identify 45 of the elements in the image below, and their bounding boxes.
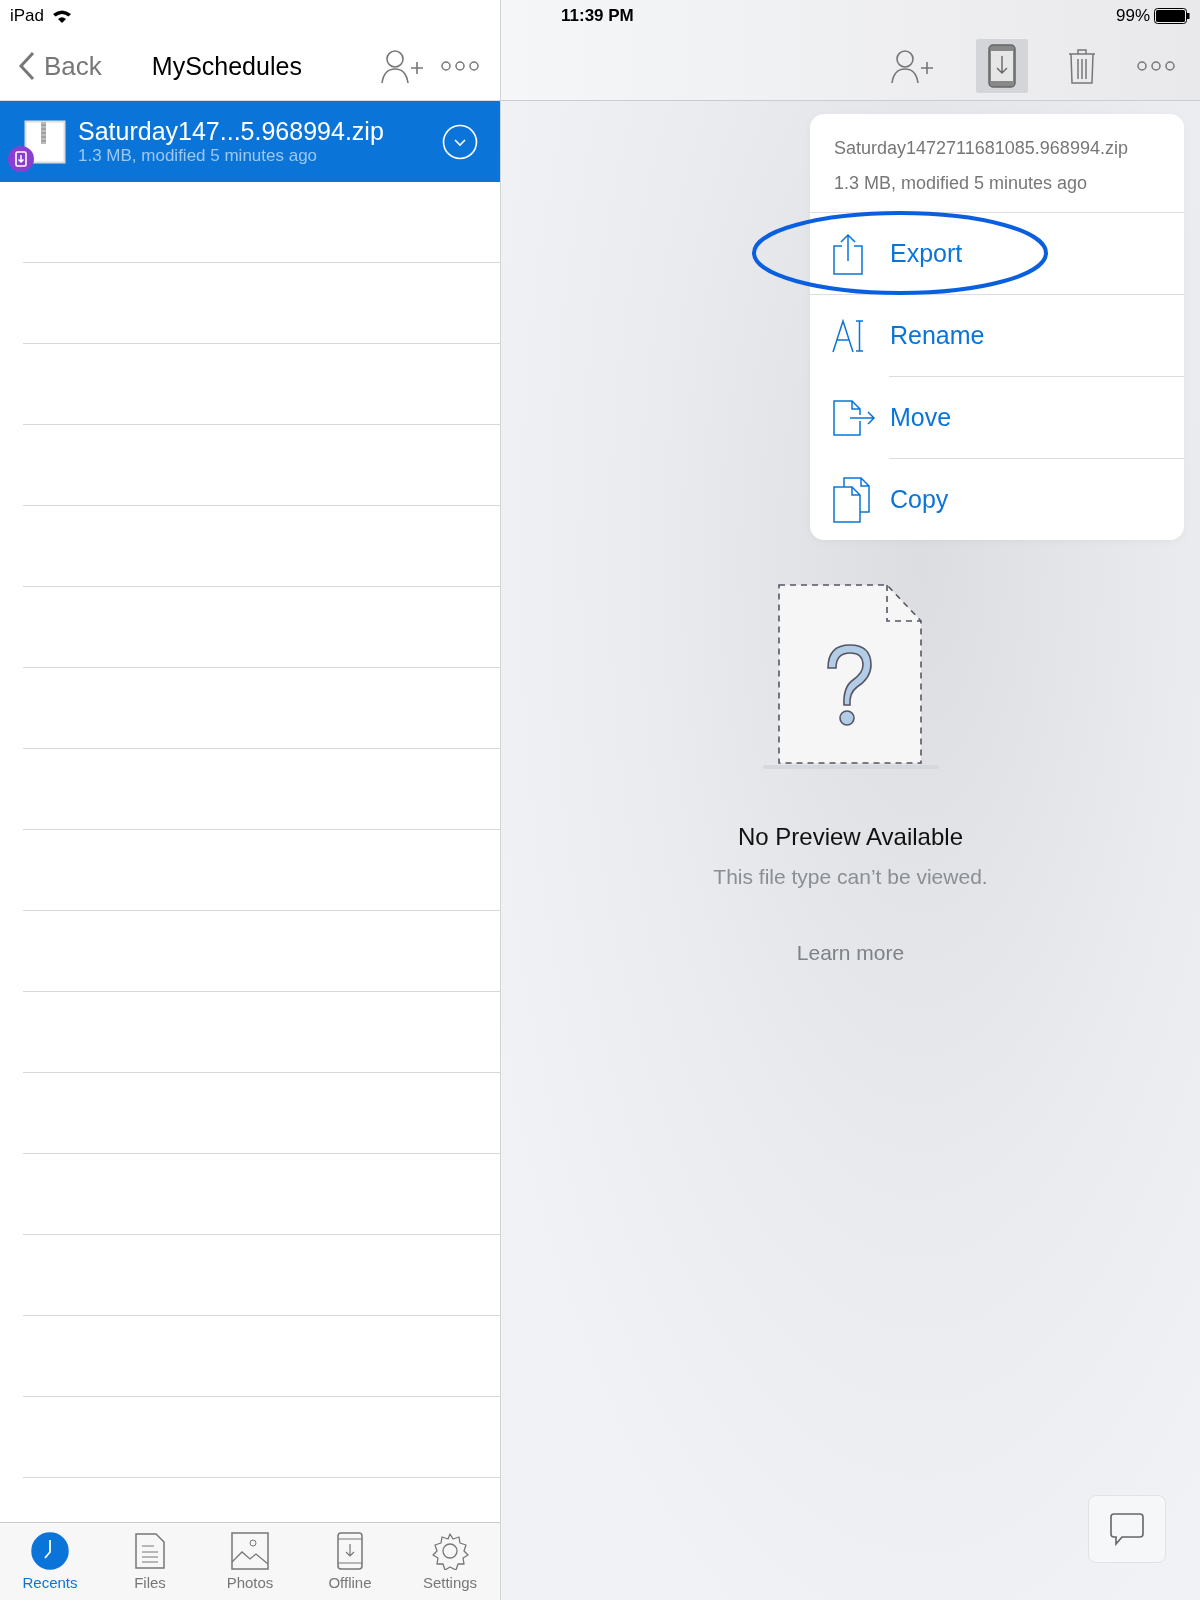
image-icon [231,1532,269,1570]
popover-file-meta: 1.3 MB, modified 5 minutes ago [834,173,1089,194]
learn-more-link[interactable]: Learn more [796,941,905,965]
file-row[interactable]: Saturday147...5.968994.zip 1.3 MB, modified 5 minutes ago [0,101,500,182]
feedback-button[interactable] [1088,1495,1166,1563]
chevron-down-circle-icon[interactable] [442,123,478,160]
file-name: Saturday147...5.968994.zip [78,117,385,146]
add-person-icon[interactable] [890,48,936,84]
folder-title: MySchedules [151,51,302,81]
menu-item[interactable]: Rename [810,295,1184,377]
menu-item[interactable]: Move [810,377,1184,459]
move-file-icon [832,399,876,436]
share-icon [832,232,864,275]
phone-download-icon [337,1532,363,1570]
preview-message: This file type can’t be viewed. [713,865,988,889]
battery-icon [1154,8,1190,24]
settings-icon [431,1532,469,1570]
menu-item[interactable]: Copy [810,459,1184,540]
tab-bar-item[interactable]: Photos [200,1523,300,1600]
zip-file-icon [24,119,66,164]
more-icon[interactable] [440,60,480,72]
back-button[interactable]: Back [18,50,102,82]
offline-toggle-button[interactable] [976,39,1028,93]
trash-icon[interactable] [1068,48,1096,84]
rename-icon [832,318,864,353]
battery-percent: 99% [1115,6,1150,26]
tab-bar-item[interactable]: Settings [400,1523,500,1600]
tab-bar-item[interactable]: Offline [300,1523,400,1600]
add-person-icon[interactable] [380,48,426,84]
popover-file-name: Saturday1472711681085.968994.zip [834,138,1129,159]
device-name: iPad [10,6,45,26]
tab-bar-item[interactable]: Recents [0,1523,100,1600]
status-time: 11:39 PM [561,6,634,26]
more-icon[interactable] [1136,60,1176,72]
copy-icon [832,476,870,523]
document-icon [134,1532,166,1570]
wifi-icon [52,8,73,24]
menu-item[interactable]: Export [810,213,1184,295]
tab-bar-item[interactable]: Files [100,1523,200,1600]
preview-title: No Preview Available [738,823,963,851]
chevron-left-icon [18,51,36,81]
clock-icon [31,1532,69,1570]
file-meta: 1.3 MB, modified 5 minutes ago [78,146,319,166]
speech-bubble-icon [1110,1512,1144,1546]
phone-download-icon [988,44,1016,88]
